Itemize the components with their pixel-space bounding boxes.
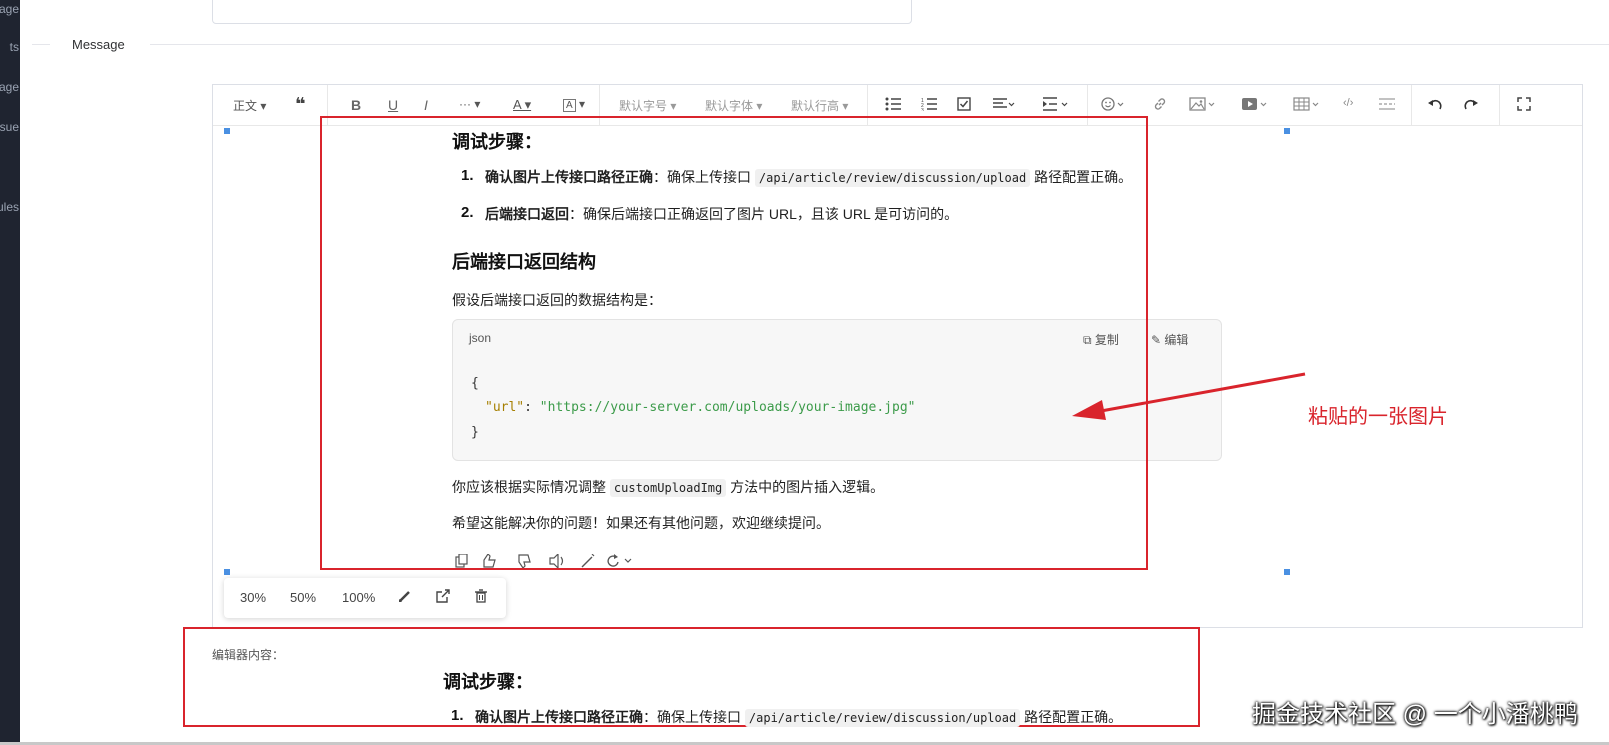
- watermark: 掘金技术社区 @ 一个小潘桃鸭: [1252, 701, 1578, 728]
- preview-step-1-text: 确认图片上传接口路径正确：确保上传接口 /api/article/review/…: [475, 709, 1123, 727]
- sidebar-item-label[interactable]: ts: [10, 40, 19, 54]
- undo-icon[interactable]: [1427, 97, 1443, 111]
- section-label-message: Message: [72, 37, 125, 52]
- highlight-box: [320, 116, 1148, 570]
- font-family-select[interactable]: 默认字体 ▾: [705, 97, 762, 114]
- align-icon[interactable]: [993, 97, 1015, 111]
- underline-button[interactable]: U: [388, 97, 398, 113]
- section-divider: [32, 44, 50, 45]
- editor-content-label: 编辑器内容：: [212, 648, 285, 662]
- fullscreen-icon[interactable]: [1517, 97, 1531, 111]
- code-icon[interactable]: ‹/›: [1343, 97, 1353, 109]
- delete-trash-icon[interactable]: [474, 589, 488, 606]
- bullet-list-icon[interactable]: [885, 97, 901, 111]
- image-width-50-button[interactable]: 50%: [290, 590, 316, 605]
- image-resize-handle[interactable]: [1284, 569, 1290, 575]
- paragraph-style-select[interactable]: 正文 ▾: [233, 97, 266, 114]
- sidebar-item-label[interactable]: age: [0, 80, 19, 94]
- image-icon[interactable]: [1189, 97, 1217, 111]
- edit-code-button[interactable]: ✎ 编辑: [1151, 331, 1188, 348]
- italic-button[interactable]: I: [424, 97, 428, 113]
- blockquote-icon[interactable]: ❝: [295, 94, 306, 115]
- svg-text:3: 3: [921, 108, 924, 111]
- bold-button[interactable]: B: [351, 97, 361, 113]
- image-width-30-button[interactable]: 30%: [240, 590, 266, 605]
- open-external-icon[interactable]: [436, 589, 450, 606]
- edit-pencil-icon[interactable]: [398, 589, 412, 606]
- toolbar-divider: [1499, 85, 1500, 125]
- background-color-button[interactable]: A ▾: [563, 97, 585, 112]
- todo-checkbox-icon[interactable]: [957, 97, 971, 111]
- sidebar-item-label[interactable]: ules: [0, 200, 19, 214]
- annotation-arrow-icon: [1072, 372, 1306, 420]
- video-icon[interactable]: [1241, 97, 1269, 111]
- font-color-button[interactable]: A ▾: [513, 97, 531, 113]
- divider-line-icon[interactable]: [1379, 97, 1395, 111]
- sidebar-item-label[interactable]: sue: [0, 120, 19, 134]
- indent-icon[interactable]: [1043, 97, 1069, 111]
- numbered-list-icon[interactable]: 123: [921, 97, 937, 111]
- more-styles-button[interactable]: ··· ▾: [459, 97, 480, 111]
- link-icon[interactable]: [1153, 97, 1167, 111]
- toolbar-divider: [1411, 85, 1412, 125]
- sidebar-item-label[interactable]: age: [0, 2, 19, 16]
- preview-step-number: 1.: [451, 707, 464, 724]
- annotation-label: 粘贴的一张图片: [1308, 406, 1448, 428]
- sidebar: age ts age sue ules: [0, 0, 20, 745]
- image-resize-handle[interactable]: [224, 128, 230, 134]
- section-divider: [150, 44, 1609, 45]
- image-resize-toolbar: 30% 50% 100%: [224, 578, 506, 618]
- font-size-select[interactable]: 默认字号 ▾: [619, 97, 676, 114]
- image-width-100-button[interactable]: 100%: [342, 590, 375, 605]
- preview-heading: 调试步骤：: [443, 672, 533, 692]
- image-resize-handle[interactable]: [224, 569, 230, 575]
- emoji-icon[interactable]: [1101, 97, 1125, 111]
- previous-form-input[interactable]: [212, 0, 912, 24]
- image-resize-handle[interactable]: [1284, 128, 1290, 134]
- redo-icon[interactable]: [1463, 97, 1479, 111]
- table-icon[interactable]: [1293, 97, 1321, 111]
- line-height-select[interactable]: 默认行高 ▾: [791, 97, 848, 114]
